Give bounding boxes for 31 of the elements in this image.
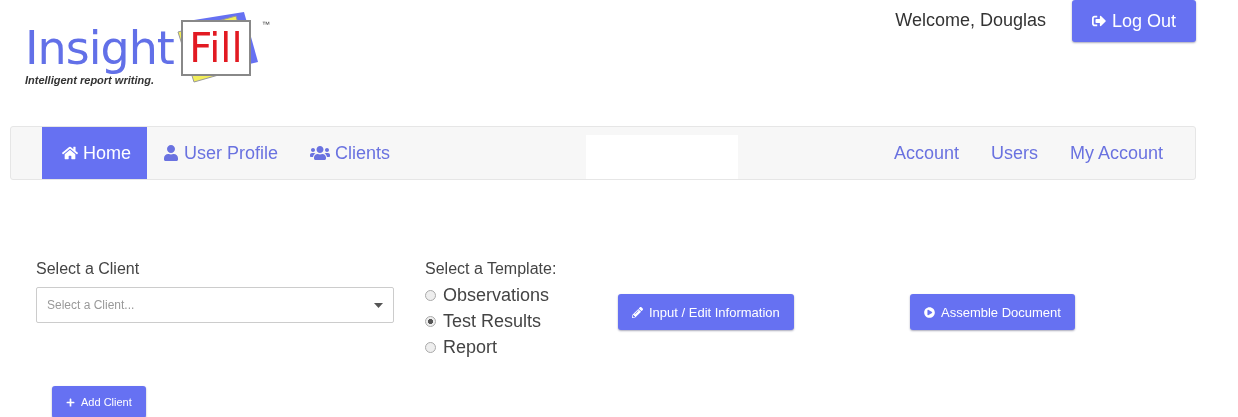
template-radio[interactable]: Test Results (425, 311, 618, 332)
nav-link[interactable]: My Account (1053, 127, 1179, 179)
template-label: Select a Template: (425, 260, 558, 278)
nav-link[interactable]: Users (974, 127, 1054, 179)
caret-icon (374, 302, 383, 308)
trademark: ™ (261, 20, 270, 29)
user-icon (163, 145, 179, 161)
nav-tab[interactable]: Home (42, 127, 147, 179)
home-icon (62, 145, 78, 161)
radio-dot[interactable] (425, 342, 436, 353)
logo-badge: Fill (181, 20, 251, 76)
play-icon (924, 306, 935, 318)
pencil-icon (632, 306, 643, 318)
logout-button[interactable]: Log Out (1071, 0, 1196, 42)
add-client-button[interactable]: Add Client (52, 386, 146, 417)
logout-icon (1091, 14, 1106, 28)
client-select[interactable]: Select a Client... (36, 287, 394, 323)
welcome-text: Welcome, Douglas (895, 10, 1046, 31)
logo-tagline: Intelligent report writing. (25, 74, 155, 86)
action-button[interactable]: Assemble Document (910, 294, 1075, 330)
users-icon (310, 143, 331, 163)
client-label: Select a Client (36, 260, 141, 278)
nav-tab[interactable]: Clients (294, 127, 407, 179)
template-radio[interactable]: Report (425, 337, 618, 358)
plus-icon (66, 397, 75, 407)
radio-dot[interactable] (425, 290, 436, 301)
action-button[interactable]: Input / Edit Information (618, 294, 794, 330)
radio-dot[interactable] (425, 316, 436, 327)
nav-link[interactable]: Account (877, 127, 975, 179)
nav-tab[interactable]: User Profile (147, 127, 295, 179)
template-radio[interactable]: Observations (425, 285, 618, 306)
